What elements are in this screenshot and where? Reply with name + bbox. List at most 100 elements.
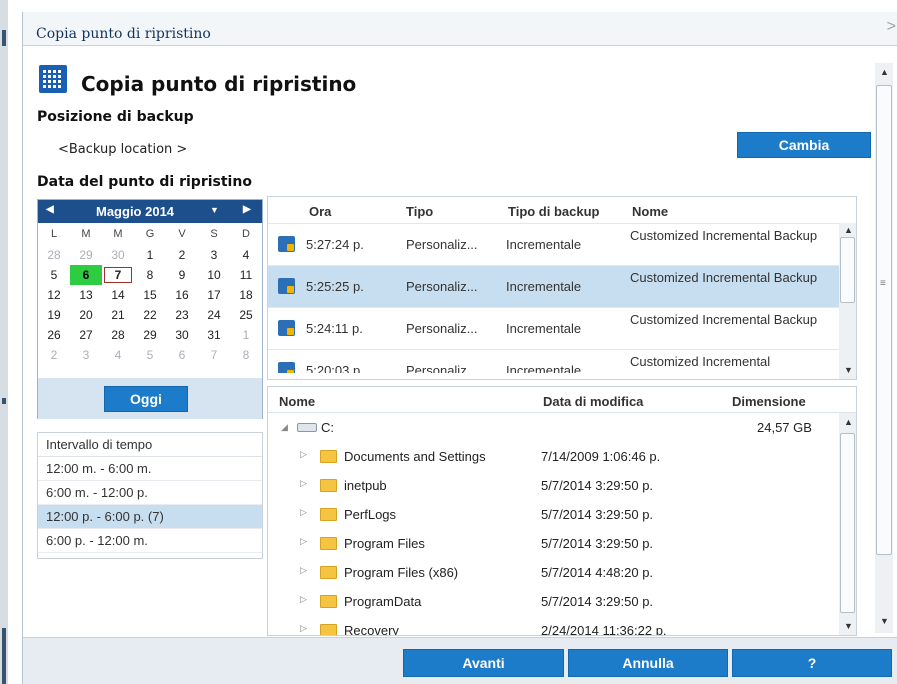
recovery-points-table: Ora Tipo Tipo di backup Nome 5:27:24 p. … xyxy=(267,196,857,380)
table-row-selected[interactable]: 5:25:25 p. Personaliz... Incrementale Cu… xyxy=(268,265,856,307)
calendar-day[interactable]: 29 xyxy=(70,245,102,265)
scroll-up-icon[interactable]: ▲ xyxy=(844,417,853,427)
calendar-day[interactable]: 3 xyxy=(70,345,102,365)
folder-row[interactable]: ▷ ProgramData 5/7/2014 3:29:50 p. xyxy=(268,587,856,616)
expand-icon[interactable]: ▷ xyxy=(300,594,307,605)
help-button[interactable]: ? xyxy=(732,649,892,677)
calendar-day[interactable]: 3 xyxy=(198,245,230,265)
expand-icon[interactable]: ▷ xyxy=(300,478,307,489)
calendar-day[interactable]: 30 xyxy=(102,245,134,265)
time-range-item[interactable]: 6:00 m. - 12:00 p. xyxy=(38,481,262,505)
expand-icon[interactable]: ▷ xyxy=(300,565,307,576)
folder-icon xyxy=(320,624,337,635)
calendar-day[interactable]: 11 xyxy=(230,265,262,285)
folder-row[interactable]: ▷ Recovery 2/24/2014 11:36:22 p. xyxy=(268,616,856,636)
scroll-up-icon[interactable]: ▲ xyxy=(880,67,889,77)
calendar-day[interactable]: 30 xyxy=(166,325,198,345)
calendar-day[interactable]: 20 xyxy=(70,305,102,325)
recovery-points-scrollbar[interactable]: ▲ ▼ xyxy=(839,223,856,379)
calendar-day[interactable]: 4 xyxy=(102,345,134,365)
expand-icon[interactable]: ▷ xyxy=(300,449,307,460)
calendar-day[interactable]: 5 xyxy=(38,265,70,285)
drive-row[interactable]: ◢ C: 24,57 GB xyxy=(268,413,856,442)
calendar-day[interactable]: 4 xyxy=(230,245,262,265)
folder-name: Recovery xyxy=(344,623,399,636)
calendar-day[interactable]: 16 xyxy=(166,285,198,305)
calendar-day[interactable]: 29 xyxy=(134,325,166,345)
collapse-icon[interactable]: ◢ xyxy=(281,422,288,433)
calendar-day[interactable]: 5 xyxy=(134,345,166,365)
calendar-day-today[interactable]: 6 xyxy=(70,265,102,285)
folder-row[interactable]: ▷ PerfLogs 5/7/2014 3:29:50 p. xyxy=(268,500,856,529)
calendar-day[interactable]: 23 xyxy=(166,305,198,325)
calendar-day[interactable]: 28 xyxy=(38,245,70,265)
time-range-item[interactable]: 6:00 p. - 12:00 m. xyxy=(38,529,262,553)
column-header[interactable]: Data di modifica xyxy=(543,394,643,409)
calendar-day[interactable]: 18 xyxy=(230,285,262,305)
table-row[interactable]: 5:20:03 p. Personaliz... Incrementale Cu… xyxy=(268,349,856,373)
scroll-down-icon[interactable]: ▼ xyxy=(880,616,889,626)
scroll-thumb[interactable] xyxy=(840,237,855,303)
calendar-month[interactable]: Maggio 2014 xyxy=(96,204,174,219)
calendar-day[interactable]: 14 xyxy=(102,285,134,305)
column-header[interactable]: Nome xyxy=(632,204,668,219)
calendar-week: 12 13 14 15 16 17 18 xyxy=(38,285,262,305)
calendar-day[interactable]: 21 xyxy=(102,305,134,325)
column-header[interactable]: Ora xyxy=(309,204,331,219)
expand-icon[interactable]: ▷ xyxy=(300,507,307,518)
calendar-day[interactable]: 9 xyxy=(166,265,198,285)
dialog-scrollbar[interactable]: ▲ ≡ ▼ xyxy=(875,63,893,633)
scroll-down-icon[interactable]: ▼ xyxy=(844,621,853,631)
next-month-icon[interactable]: ▶ xyxy=(243,204,251,215)
scroll-thumb[interactable] xyxy=(840,433,855,613)
folder-row[interactable]: ▷ inetpub 5/7/2014 3:29:50 p. xyxy=(268,471,856,500)
close-icon[interactable]: > xyxy=(887,18,896,36)
expand-icon[interactable]: ▷ xyxy=(300,536,307,547)
table-row[interactable]: 5:27:24 p. Personaliz... Incrementale Cu… xyxy=(268,223,856,265)
time-range-item[interactable]: 12:00 m. - 6:00 m. xyxy=(38,457,262,481)
calendar-day[interactable]: 27 xyxy=(70,325,102,345)
file-browser-scrollbar[interactable]: ▲ ▼ xyxy=(839,413,856,635)
expand-icon[interactable]: ▷ xyxy=(300,623,307,634)
calendar-day[interactable]: 13 xyxy=(70,285,102,305)
calendar-day[interactable]: 8 xyxy=(134,265,166,285)
time-range-item-selected[interactable]: 12:00 p. - 6:00 p. (7) xyxy=(38,505,262,529)
folder-row[interactable]: ▷ Program Files (x86) 5/7/2014 4:48:20 p… xyxy=(268,558,856,587)
next-button[interactable]: Avanti xyxy=(403,649,564,677)
column-header[interactable]: Tipo xyxy=(406,204,433,219)
scroll-thumb[interactable] xyxy=(876,85,892,555)
calendar-day[interactable]: 12 xyxy=(38,285,70,305)
calendar-day[interactable]: 24 xyxy=(198,305,230,325)
column-header[interactable]: Dimensione xyxy=(732,394,806,409)
calendar-day[interactable]: 26 xyxy=(38,325,70,345)
calendar-day[interactable]: 8 xyxy=(230,345,262,365)
scroll-down-icon[interactable]: ▼ xyxy=(844,365,853,375)
calendar-day[interactable]: 17 xyxy=(198,285,230,305)
previous-month-icon[interactable]: ◀ xyxy=(46,204,54,215)
calendar-day[interactable]: 15 xyxy=(134,285,166,305)
calendar-day[interactable]: 10 xyxy=(198,265,230,285)
row-time: 5:25:25 p. xyxy=(306,279,364,294)
calendar-day[interactable]: 25 xyxy=(230,305,262,325)
calendar-day[interactable]: 28 xyxy=(102,325,134,345)
column-header[interactable]: Tipo di backup xyxy=(508,204,600,219)
calendar-day[interactable]: 7 xyxy=(198,345,230,365)
column-header[interactable]: Nome xyxy=(279,394,315,409)
calendar-day[interactable]: 22 xyxy=(134,305,166,325)
calendar-day[interactable]: 6 xyxy=(166,345,198,365)
folder-row[interactable]: ▷ Program Files 5/7/2014 3:29:50 p. xyxy=(268,529,856,558)
calendar-day[interactable]: 2 xyxy=(38,345,70,365)
today-button[interactable]: Oggi xyxy=(104,386,188,412)
calendar-day[interactable]: 1 xyxy=(230,325,262,345)
month-dropdown-icon[interactable]: ▼ xyxy=(210,205,219,215)
folder-row[interactable]: ▷ Documents and Settings 7/14/2009 1:06:… xyxy=(268,442,856,471)
calendar-day[interactable]: 1 xyxy=(134,245,166,265)
table-row[interactable]: 5:24:11 p. Personaliz... Incrementale Cu… xyxy=(268,307,856,349)
cancel-button[interactable]: Annulla xyxy=(568,649,728,677)
calendar-day[interactable]: 2 xyxy=(166,245,198,265)
change-location-button[interactable]: Cambia xyxy=(737,132,871,158)
calendar-day[interactable]: 19 xyxy=(38,305,70,325)
calendar-day[interactable]: 31 xyxy=(198,325,230,345)
scroll-up-icon[interactable]: ▲ xyxy=(844,225,853,235)
calendar-day-selected[interactable]: 7 xyxy=(102,265,134,285)
